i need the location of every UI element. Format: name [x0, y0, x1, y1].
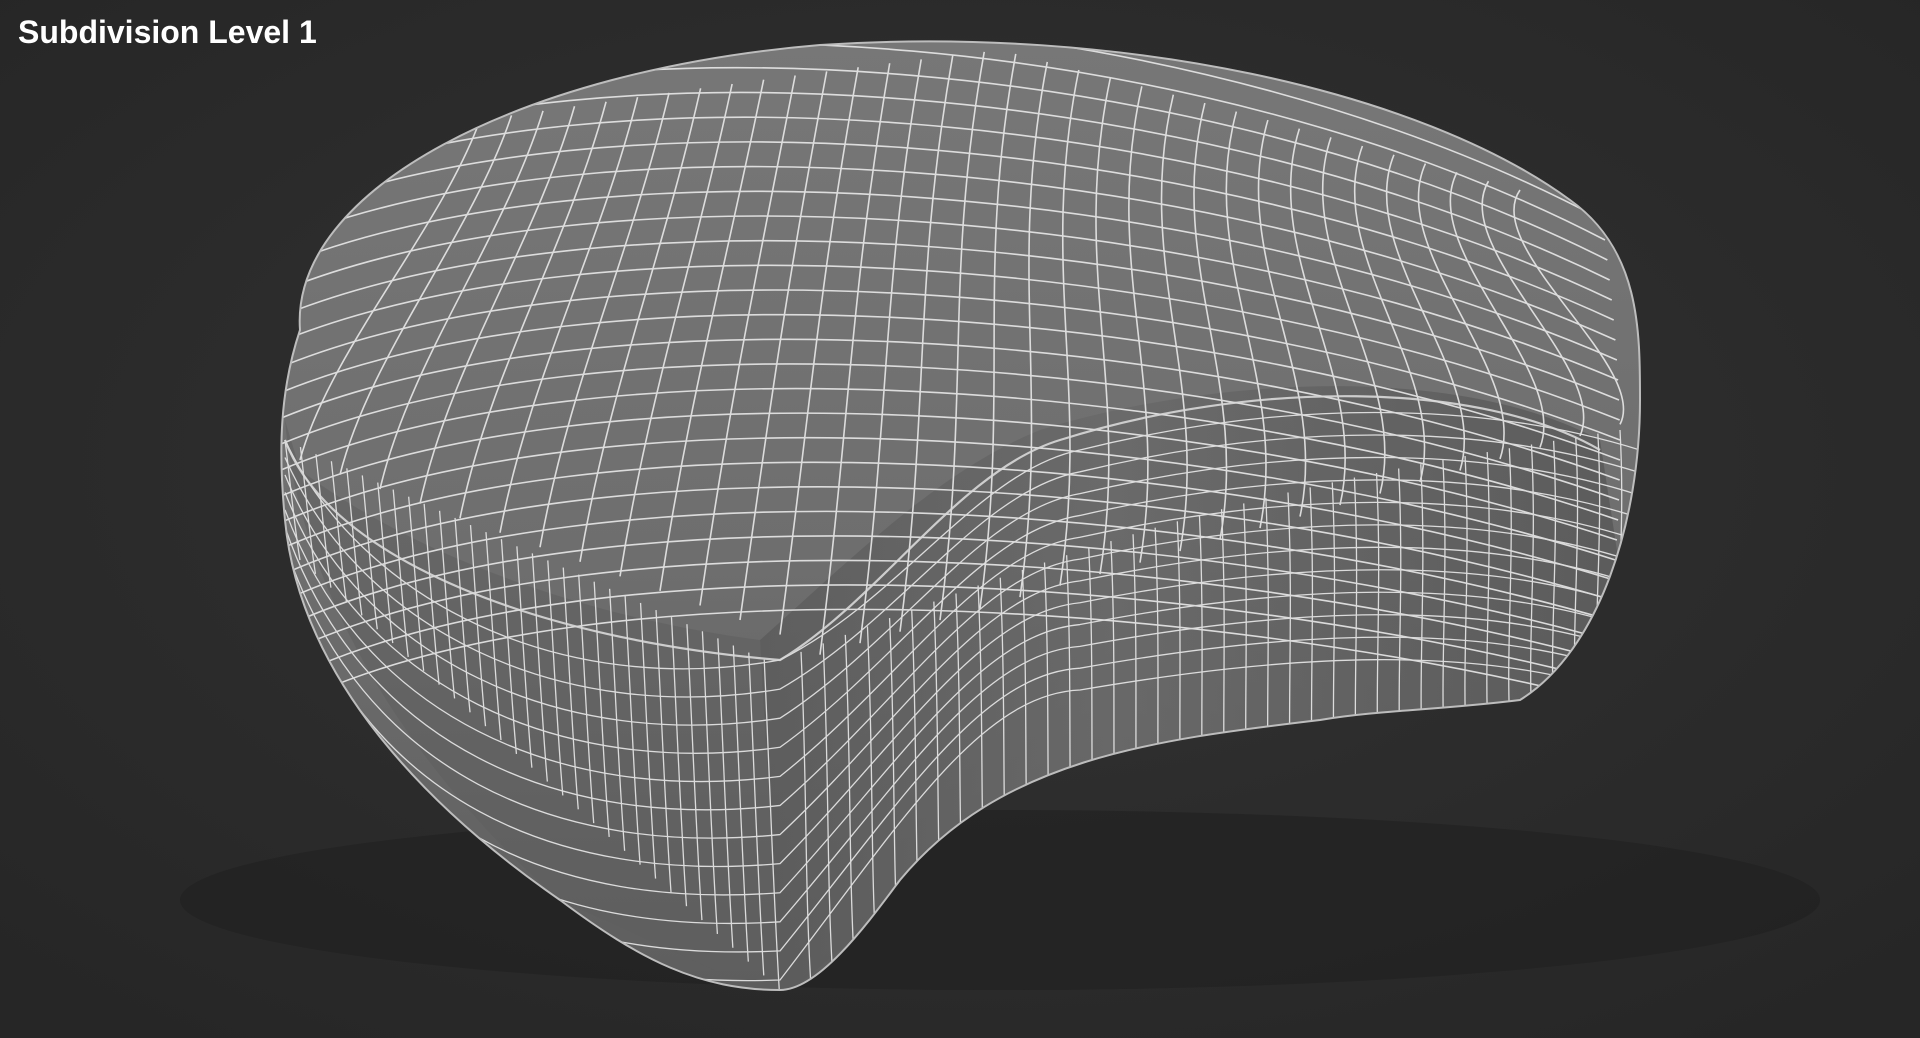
render-viewport: Subdivision Level 1	[0, 0, 1920, 1038]
mesh-model-icon	[280, 40, 1641, 992]
subdivision-level-label: Subdivision Level 1	[18, 14, 317, 50]
